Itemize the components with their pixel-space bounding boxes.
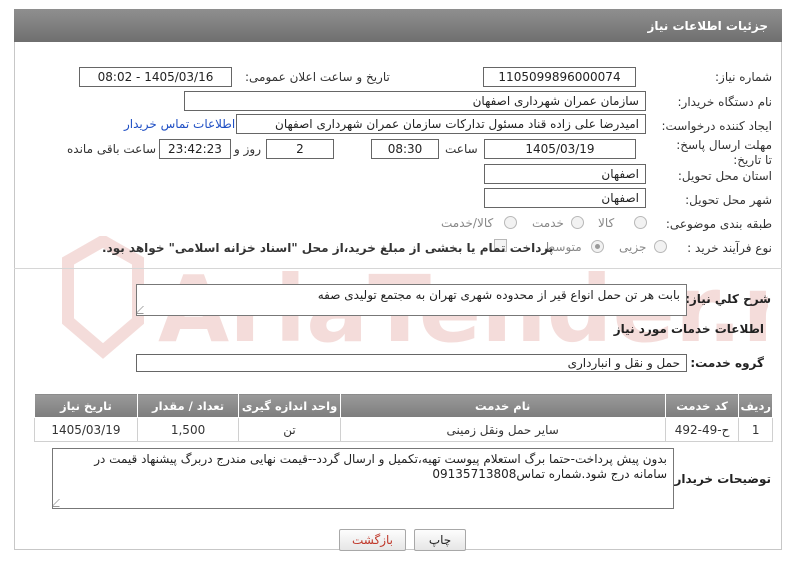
service-group-label: گروه خدمت: [690,356,764,370]
cell-service-code: ح-49-492 [664,417,740,442]
remaining-time-field[interactable]: 23:42:23 [159,139,231,159]
buyer-contact-link[interactable]: اطلاعات تماس خریدار [124,117,235,131]
cell-row-number: 1 [738,417,773,442]
col-header-service-code: کد خدمت [664,393,740,418]
summary-label: شرح کلي نياز: [685,292,771,306]
print-button[interactable]: چاپ [414,529,466,551]
deadline-time-field[interactable]: 08:30 [371,139,439,159]
deadline-label: مهلت ارسال پاسخ: تا تاریخ: [676,138,772,167]
cell-quantity: 1,500 [136,417,240,442]
announce-label: تاریخ و ساعت اعلان عمومی: [245,70,390,84]
col-header-need-date: تاریخ نیاز [34,393,138,418]
divider [14,268,782,269]
buyer-notes-text: بدون پیش پرداخت-حتما برگ استعلام پیوست ت… [94,452,667,481]
category-option-goods-service: کالا/خدمت [441,216,494,230]
creator-label: ایجاد کننده درخواست: [661,119,772,133]
province-label: استان محل تحویل: [677,169,772,183]
category-radio-goods-service[interactable] [504,216,517,229]
buyer-org-label: نام دستگاه خریدار: [677,95,773,109]
process-option-minor: جزیی [619,240,647,254]
process-radio-medium[interactable] [591,240,604,253]
table-header-row: ردیف کد خدمت نام خدمت واحد اندازه گیری ت… [34,393,773,418]
summary-textarea[interactable]: بابت هر تن حمل انواع قیر از محدوده شهری … [136,284,687,316]
deadline-date-field[interactable]: 1405/03/19 [484,139,636,159]
cell-service-name: سایر حمل ونقل زمینی [339,417,666,442]
buyer-notes-label: توضیحات خریدار: [669,472,771,486]
service-group-field[interactable]: حمل و نقل و انبارداری [136,354,687,372]
remaining-label: ساعت باقی مانده [67,142,157,156]
city-field[interactable]: اصفهان [484,188,646,208]
cell-need-date: 1405/03/19 [34,417,138,442]
col-header-row-number: ردیف [738,393,773,418]
page-title: جزئیات اطلاعات نیاز [14,9,782,42]
creator-field[interactable]: امیدرضا علی زاده قناد مسئول تدارکات سازم… [236,114,646,134]
need-number-label: شماره نیاز: [715,70,772,84]
buyer-notes-textarea[interactable]: بدون پیش پرداخت-حتما برگ استعلام پیوست ت… [52,448,674,509]
summary-text: بابت هر تن حمل انواع قیر از محدوده شهری … [317,288,680,302]
cell-unit: تن [238,417,341,442]
col-header-unit: واحد اندازه گیری [238,393,341,418]
deadline-time-label: ساعت [445,142,478,156]
treasury-note: پرداخت تمام یا بخشی از مبلغ خرید،از محل … [102,241,554,255]
col-header-service-name: نام خدمت [339,393,666,418]
days-label: روز و [234,142,261,156]
remaining-days-field[interactable]: 2 [266,139,334,159]
resize-handle-icon[interactable] [137,306,151,314]
process-radio-minor[interactable] [654,240,667,253]
city-label: شهر محل تحویل: [685,193,772,207]
back-button[interactable]: بازگشت [339,529,406,551]
province-field[interactable]: اصفهان [484,164,646,184]
col-header-quantity: تعداد / مقدار [136,393,240,418]
buyer-org-field[interactable]: سازمان عمران شهرداری اصفهان [184,91,646,111]
table-row: 1 ح-49-492 سایر حمل ونقل زمینی تن 1,500 … [34,417,773,442]
category-label: طبقه بندی موضوعی: [665,217,772,231]
resize-handle-icon[interactable] [53,499,67,507]
category-option-goods: کالا [598,216,615,230]
announce-field[interactable]: 1405/03/16 - 08:02 [79,67,232,87]
process-label: نوع فرآیند خرید : [687,241,772,255]
category-radio-goods[interactable] [634,216,647,229]
need-number-field[interactable]: 1105099896000074 [483,67,636,87]
category-radio-service[interactable] [571,216,584,229]
category-option-service: خدمت [532,216,564,230]
services-section-title: اطلاعات خدمات مورد نیاز [613,322,764,336]
services-table: ردیف کد خدمت نام خدمت واحد اندازه گیری ت… [34,393,773,442]
